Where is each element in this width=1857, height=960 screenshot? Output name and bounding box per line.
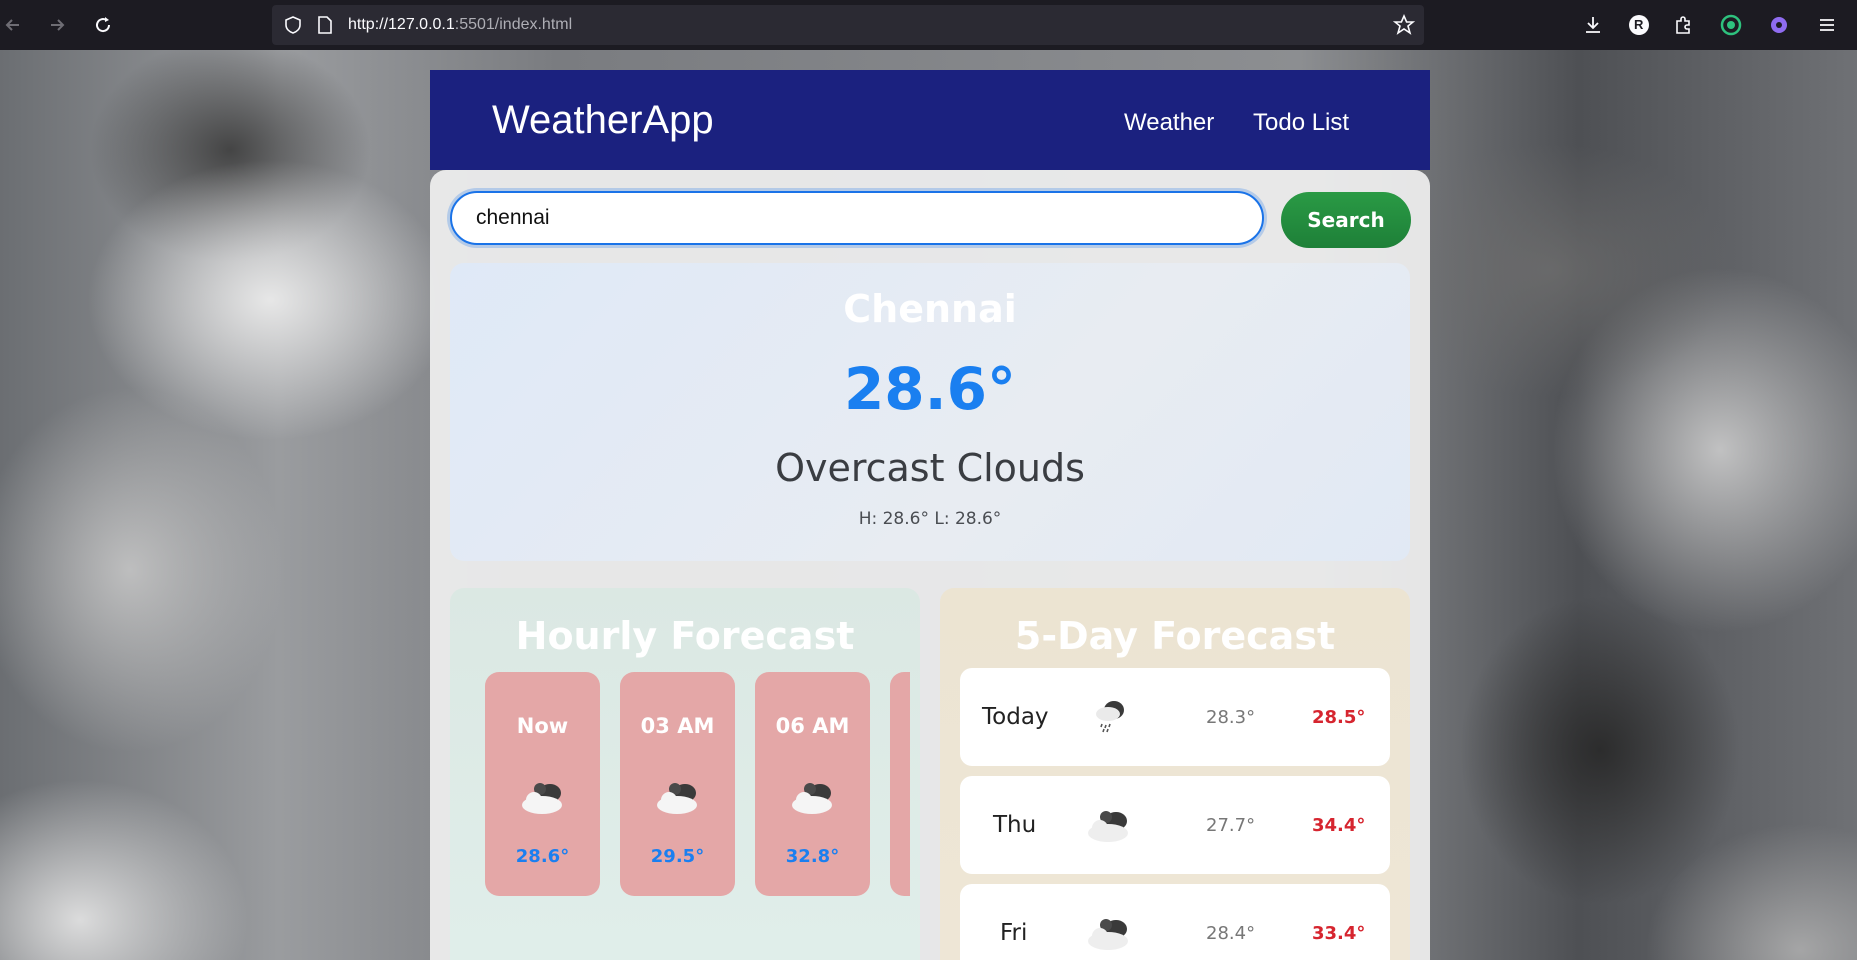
download-icon[interactable] bbox=[1580, 12, 1606, 38]
hourly-card: Now 28.6° bbox=[485, 672, 600, 896]
hourly-time: Now bbox=[516, 714, 569, 738]
bookmark-star-icon[interactable] bbox=[1391, 12, 1417, 38]
browser-toolbar: http://127.0.0.1:5501/index.html R bbox=[0, 0, 1857, 50]
daily-row: Today 28.3° 28.5° bbox=[960, 668, 1390, 766]
extension-ring-icon[interactable] bbox=[1718, 12, 1744, 38]
five-day-forecast-section: 5-Day Forecast Today 28.3° 28.5° Thu 27.… bbox=[940, 588, 1410, 960]
daily-low: 28.3° bbox=[1206, 707, 1256, 728]
hourly-forecast-title: Hourly Forecast bbox=[515, 614, 855, 658]
url-text: http://127.0.0.1:5501/index.html bbox=[348, 16, 573, 33]
current-temperature: 28.6° bbox=[843, 355, 1017, 423]
five-day-forecast-title: 5-Day Forecast bbox=[1014, 614, 1336, 658]
address-bar[interactable]: http://127.0.0.1:5501/index.html bbox=[272, 5, 1424, 45]
rain-cloud-icon bbox=[1090, 698, 1130, 739]
daily-day: Thu bbox=[993, 812, 1037, 838]
daily-day: Today bbox=[982, 704, 1049, 730]
daily-day: Fri bbox=[1000, 920, 1028, 946]
hourly-temp: 32.8° bbox=[785, 846, 840, 867]
nav-link-weather[interactable]: Weather bbox=[1124, 109, 1214, 137]
daily-high: 33.4° bbox=[1312, 923, 1366, 944]
hourly-card: 06 AM 32.8° bbox=[755, 672, 870, 896]
navbar: WeatherApp Weather Todo List bbox=[430, 70, 1430, 170]
hourly-card-partial bbox=[890, 672, 910, 896]
high-low-temperature: H: 28.6° L: 28.6° bbox=[858, 509, 1002, 529]
main-panel: Search Chennai 28.6° Overcast Clouds H: … bbox=[430, 170, 1430, 960]
daily-low: 28.4° bbox=[1206, 923, 1256, 944]
hourly-time: 06 AM bbox=[775, 714, 850, 738]
search-button[interactable]: Search bbox=[1281, 192, 1411, 248]
daily-row: Thu 27.7° 34.4° bbox=[960, 776, 1390, 874]
hourly-time: 03 AM bbox=[640, 714, 715, 738]
daily-row: Fri 28.4° 33.4° bbox=[960, 884, 1390, 960]
reload-icon[interactable] bbox=[90, 12, 116, 38]
overcast-clouds-icon bbox=[653, 780, 703, 821]
daily-high: 34.4° bbox=[1312, 815, 1366, 836]
extensions-puzzle-icon[interactable] bbox=[1670, 12, 1696, 38]
hourly-temp: 29.5° bbox=[650, 846, 705, 867]
daily-low: 27.7° bbox=[1206, 815, 1256, 836]
shield-icon[interactable] bbox=[280, 12, 306, 38]
overcast-clouds-icon bbox=[1084, 808, 1134, 849]
weather-app: WeatherApp Weather Todo List Search Chen… bbox=[430, 70, 1430, 960]
nav-link-todo-list[interactable]: Todo List bbox=[1253, 109, 1349, 137]
menu-hamburger-icon[interactable] bbox=[1814, 12, 1840, 38]
overcast-clouds-icon bbox=[1084, 916, 1134, 957]
profile-avatar[interactable]: R bbox=[1626, 12, 1652, 38]
hourly-temp: 28.6° bbox=[515, 846, 570, 867]
current-weather-card: Chennai 28.6° Overcast Clouds H: 28.6° L… bbox=[450, 263, 1410, 561]
overcast-clouds-icon bbox=[788, 780, 838, 821]
city-search-input[interactable] bbox=[450, 191, 1264, 245]
extension-gear-icon[interactable] bbox=[1766, 12, 1792, 38]
daily-high: 28.5° bbox=[1312, 707, 1366, 728]
city-name: Chennai bbox=[843, 287, 1017, 331]
forward-arrow-icon[interactable] bbox=[44, 12, 70, 38]
page-icon[interactable] bbox=[312, 12, 338, 38]
overcast-clouds-icon bbox=[518, 780, 568, 821]
brand-logo[interactable]: WeatherApp bbox=[492, 98, 714, 143]
back-arrow-icon[interactable] bbox=[0, 12, 26, 38]
hourly-forecast-section[interactable]: Hourly Forecast Now 28.6° 03 AM 29.5° 06… bbox=[450, 588, 920, 960]
weather-description: Overcast Clouds bbox=[775, 446, 1085, 490]
hourly-card: 03 AM 29.5° bbox=[620, 672, 735, 896]
